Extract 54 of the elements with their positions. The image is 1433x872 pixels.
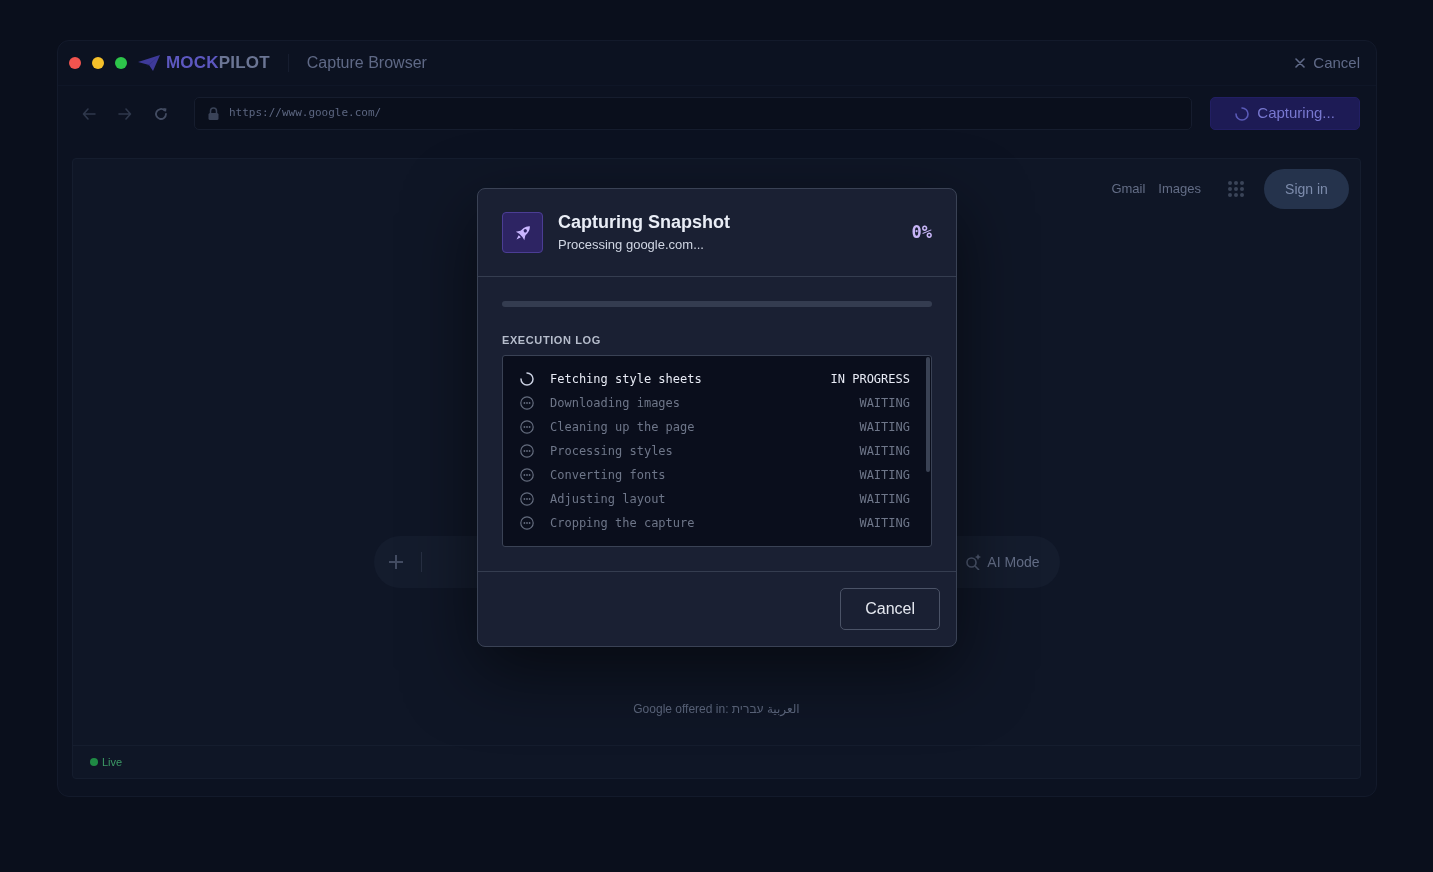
log-status: WAITING <box>859 395 910 412</box>
spinner-icon <box>520 372 534 386</box>
cancel-capture-button[interactable]: Cancel <box>1295 51 1360 75</box>
log-task: Processing styles <box>550 443 674 460</box>
ellipsis-circle-icon <box>520 516 534 530</box>
status-dot-icon <box>90 758 98 766</box>
progress-percent: 0% <box>911 220 932 244</box>
close-window-icon[interactable] <box>69 57 81 69</box>
reload-icon[interactable] <box>153 106 168 121</box>
dialog-subtitle: Processing google.com... <box>558 237 705 253</box>
minimize-window-icon[interactable] <box>92 57 104 69</box>
apps-grid-icon[interactable] <box>1228 181 1244 197</box>
brand-name: MOCKPILOT <box>166 52 270 75</box>
ellipsis-circle-icon <box>520 444 534 458</box>
close-icon <box>1295 58 1306 68</box>
sign-in-button[interactable]: Sign in <box>1264 169 1349 209</box>
ellipsis-circle-icon <box>520 396 534 410</box>
spinner-icon <box>1235 106 1250 121</box>
lock-icon <box>207 107 219 120</box>
log-status: WAITING <box>859 515 910 532</box>
log-task: Converting fonts <box>550 467 667 484</box>
log-task: Adjusting layout <box>550 491 667 508</box>
plus-icon[interactable] <box>388 555 403 569</box>
language-link[interactable]: עברית <box>731 702 764 716</box>
rocket-icon <box>502 212 543 253</box>
log-status: WAITING <box>859 467 910 484</box>
log-task: Cropping the capture <box>550 515 696 532</box>
back-arrow-icon[interactable] <box>82 106 96 121</box>
ai-mode-button[interactable]: AI Mode <box>965 551 1040 573</box>
header-link[interactable]: Images <box>1158 179 1201 199</box>
log-heading: EXECUTION LOG <box>502 334 602 347</box>
ellipsis-circle-icon <box>520 492 534 506</box>
header-link[interactable]: Gmail <box>1111 179 1146 199</box>
forward-arrow-icon[interactable] <box>117 106 132 121</box>
paper-plane-icon <box>138 55 160 71</box>
language-link[interactable]: العربية <box>766 702 800 716</box>
url-field[interactable]: https://www.google.com/ <box>193 97 1193 130</box>
log-task: Cleaning up the page <box>550 419 696 436</box>
scrollbar-thumb[interactable] <box>926 357 930 472</box>
maximize-window-icon[interactable] <box>115 57 127 69</box>
log-status: IN PROGRESS <box>830 371 910 388</box>
ellipsis-circle-icon <box>520 468 534 482</box>
search-sparkle-icon <box>965 554 982 570</box>
cancel-button[interactable]: Cancel <box>840 588 940 630</box>
log-status: WAITING <box>859 443 910 460</box>
window-title: Capture Browser <box>306 53 427 73</box>
log-task: Downloading images <box>550 395 682 412</box>
log-task: Fetching style sheets <box>550 371 703 388</box>
capturing-button[interactable]: Capturing... <box>1210 97 1360 130</box>
log-status: WAITING <box>859 491 910 508</box>
dialog-title: Capturing Snapshot <box>558 212 730 234</box>
ellipsis-circle-icon <box>520 420 534 434</box>
status-text: Live <box>102 754 123 770</box>
log-status: WAITING <box>859 419 910 436</box>
